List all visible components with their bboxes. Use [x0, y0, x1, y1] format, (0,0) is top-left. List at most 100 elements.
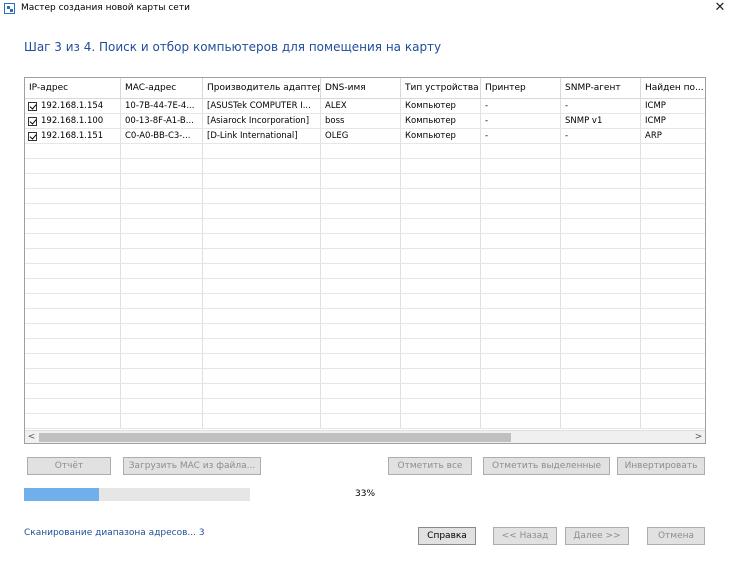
check-all-button[interactable]: Отметить все	[388, 457, 472, 475]
column-header-mac[interactable]: MAC-адрес	[121, 78, 203, 98]
cancel-button[interactable]: Отмена	[647, 527, 705, 545]
column-header-found-by[interactable]: Найден по...	[641, 78, 705, 98]
empty-cell	[203, 144, 321, 158]
vendor-cell: [Asiarock Incorporation]	[203, 114, 321, 128]
invert-button[interactable]: Инвертировать	[617, 457, 705, 475]
empty-cell	[641, 354, 705, 368]
empty-cell	[641, 189, 705, 203]
column-header-ip[interactable]: IP-адрес	[25, 78, 121, 98]
empty-cell	[481, 159, 561, 173]
empty-cell	[203, 264, 321, 278]
empty-cell	[321, 279, 401, 293]
empty-row	[25, 414, 705, 429]
empty-cell	[321, 339, 401, 353]
empty-cell	[641, 264, 705, 278]
column-header-device-type[interactable]: Тип устройства	[401, 78, 481, 98]
empty-cell	[25, 234, 121, 248]
empty-cell	[561, 189, 641, 203]
snmp-cell: SNMP v1	[561, 114, 641, 128]
ip-address: 192.168.1.151	[41, 131, 104, 141]
empty-cell	[203, 339, 321, 353]
table-body: 192.168.1.154 10-7B-44-7E-4... [ASUSTek …	[25, 99, 705, 430]
empty-cell	[321, 234, 401, 248]
back-button[interactable]: << Назад	[493, 527, 557, 545]
empty-row	[25, 189, 705, 204]
column-header-printer[interactable]: Принтер	[481, 78, 561, 98]
row-checkbox[interactable]	[28, 131, 37, 141]
empty-cell	[641, 219, 705, 233]
empty-cell	[481, 234, 561, 248]
empty-cell	[25, 399, 121, 413]
empty-cell	[641, 369, 705, 383]
ip-address: 192.168.1.154	[41, 101, 104, 111]
found-by-cell: ARP	[645, 131, 662, 141]
title-bar: Мастер создания новой карты сети ✕	[0, 0, 733, 17]
empty-cell	[481, 339, 561, 353]
load-mac-button[interactable]: Загрузить MAC из файла...	[123, 457, 261, 475]
next-button[interactable]: Далее >>	[565, 527, 629, 545]
column-header-dns[interactable]: DNS-имя	[321, 78, 401, 98]
empty-cell	[203, 384, 321, 398]
printer-cell: -	[481, 99, 561, 113]
empty-cell	[321, 174, 401, 188]
close-icon[interactable]: ✕	[712, 1, 728, 15]
empty-cell	[641, 204, 705, 218]
empty-cell	[481, 414, 561, 428]
column-header-vendor[interactable]: Производитель адаптера	[203, 78, 321, 98]
scroll-left-icon[interactable]: <	[25, 431, 38, 443]
empty-row	[25, 264, 705, 279]
snmp-cell: -	[561, 99, 641, 113]
empty-cell	[401, 294, 481, 308]
scroll-right-icon[interactable]: >	[692, 431, 705, 443]
row-checkbox[interactable]	[28, 101, 37, 111]
empty-row	[25, 279, 705, 294]
check-selected-button[interactable]: Отметить выделенные	[483, 457, 610, 475]
dns-cell: boss	[321, 114, 401, 128]
empty-cell	[203, 174, 321, 188]
empty-cell	[641, 294, 705, 308]
empty-cell	[121, 339, 203, 353]
empty-cell	[321, 144, 401, 158]
empty-cell	[401, 264, 481, 278]
progress-bar	[24, 488, 250, 501]
empty-cell	[25, 159, 121, 173]
empty-cell	[321, 219, 401, 233]
scrollbar-thumb[interactable]	[39, 433, 511, 442]
table-row[interactable]: 192.168.1.151 C0-A0-BB-C3-... [D-Link In…	[25, 129, 705, 144]
empty-cell	[641, 279, 705, 293]
empty-cell	[121, 354, 203, 368]
empty-cell	[25, 294, 121, 308]
empty-cell	[481, 144, 561, 158]
empty-cell	[481, 174, 561, 188]
table-row[interactable]: 192.168.1.154 10-7B-44-7E-4... [ASUSTek …	[25, 99, 705, 114]
empty-cell	[561, 219, 641, 233]
empty-cell	[321, 264, 401, 278]
empty-cell	[561, 369, 641, 383]
vendor-cell: [D-Link International]	[203, 129, 321, 143]
empty-cell	[121, 324, 203, 338]
empty-cell	[401, 414, 481, 428]
empty-cell	[481, 249, 561, 263]
horizontal-scrollbar[interactable]: < >	[25, 430, 705, 443]
snmp-cell: -	[561, 129, 641, 143]
printer-cell: -	[481, 129, 561, 143]
ip-cell: 192.168.1.154	[25, 99, 121, 113]
empty-row	[25, 219, 705, 234]
empty-cell	[561, 174, 641, 188]
window-title: Мастер создания новой карты сети	[21, 3, 190, 13]
empty-cell	[401, 204, 481, 218]
dns-cell: ALEX	[321, 99, 401, 113]
column-header-snmp[interactable]: SNMP-агент	[561, 78, 641, 98]
empty-cell	[481, 324, 561, 338]
help-button[interactable]: Справка	[418, 527, 476, 545]
empty-cell	[203, 369, 321, 383]
empty-cell	[121, 309, 203, 323]
app-icon	[4, 3, 15, 14]
report-button[interactable]: Отчёт	[27, 457, 111, 475]
table-row[interactable]: 192.168.1.100 00-13-8F-A1-B... [Asiarock…	[25, 114, 705, 129]
device-type-cell: Компьютер	[401, 99, 481, 113]
empty-cell	[203, 234, 321, 248]
empty-row	[25, 324, 705, 339]
empty-cell	[321, 354, 401, 368]
row-checkbox[interactable]	[28, 116, 37, 126]
